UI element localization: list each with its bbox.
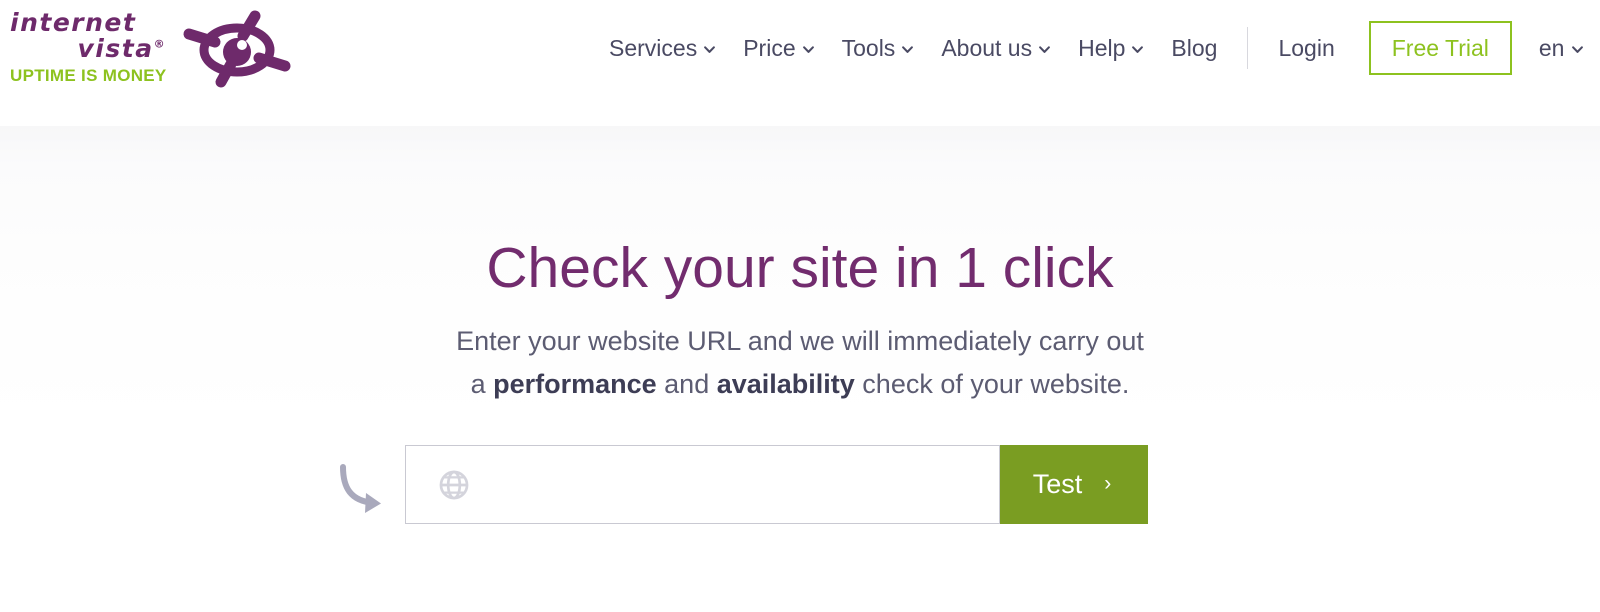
- nav-item-about-us[interactable]: About us: [927, 34, 1064, 61]
- nav-item-help[interactable]: Help: [1064, 34, 1157, 61]
- curved-arrow-icon: [336, 463, 392, 517]
- language-selector[interactable]: en: [1539, 35, 1584, 62]
- nav-item-price[interactable]: Price: [729, 34, 827, 61]
- test-button[interactable]: Test ›: [1000, 445, 1148, 525]
- hero-subtitle-line1: Enter your website URL and we will immed…: [456, 325, 1144, 356]
- logo-registered-mark: ®: [153, 37, 165, 51]
- nav-item-label: Price: [743, 34, 796, 61]
- nav-item-label: Tools: [841, 34, 896, 61]
- hero-subtitle-performance: performance: [493, 369, 657, 400]
- site-header: internet vista® UPTIME IS MONEY Services: [0, 0, 1600, 126]
- url-input[interactable]: [406, 446, 999, 524]
- main-navigation: Services Price Tools About us Help Blog …: [600, 0, 1584, 96]
- url-check-form: Test ›: [0, 445, 1600, 525]
- hero-subtitle-conjunction: and: [656, 369, 717, 400]
- nav-item-services[interactable]: Services: [600, 34, 729, 61]
- eye-icon: [177, 8, 297, 97]
- page-title: Check your site in 1 click: [486, 236, 1114, 300]
- chevron-right-icon: ›: [1104, 472, 1112, 496]
- nav-item-label: Services: [609, 34, 698, 61]
- hero-subtitle-line2-prefix: a: [470, 369, 494, 400]
- logo-vista-word: vista: [77, 34, 154, 64]
- nav-item-tools[interactable]: Tools: [828, 34, 928, 61]
- chevron-down-icon: [1039, 44, 1051, 55]
- test-button-label: Test: [1032, 469, 1083, 500]
- chevron-down-icon: [704, 44, 716, 55]
- search-box: Test ›: [405, 445, 1148, 525]
- nav-item-label: Help: [1078, 34, 1126, 61]
- logo-text-internet: internet: [10, 8, 137, 37]
- nav-item-blog[interactable]: Blog: [1157, 34, 1231, 61]
- logo-wordmark: internet vista® UPTIME IS MONEY: [10, 6, 167, 85]
- nav-item-label: Blog: [1171, 34, 1218, 61]
- nav-item-label: About us: [941, 34, 1033, 61]
- chevron-down-icon: [1132, 44, 1144, 55]
- url-input-wrapper: [405, 445, 1000, 525]
- chevron-down-icon: [802, 44, 814, 55]
- site-logo[interactable]: internet vista® UPTIME IS MONEY: [10, 6, 297, 94]
- chevron-down-icon: [902, 44, 914, 55]
- hero-section: Check your site in 1 click Enter your we…: [0, 126, 1600, 612]
- language-selector-label: en: [1538, 34, 1565, 61]
- free-trial-button[interactable]: Free Trial: [1368, 21, 1512, 75]
- logo-text-vista: vista®: [10, 36, 167, 62]
- hero-subtitle-availability: availability: [716, 369, 855, 400]
- login-link[interactable]: Login: [1264, 35, 1348, 62]
- logo-tagline: UPTIME IS MONEY: [10, 65, 167, 85]
- chevron-down-icon: [1572, 44, 1584, 55]
- nav-divider: [1247, 27, 1249, 69]
- hero-subtitle-suffix: check of your website.: [854, 369, 1130, 400]
- hero-subtitle: Enter your website URL and we will immed…: [0, 320, 1600, 406]
- hero-content: Check your site in 1 click Enter your we…: [0, 126, 1600, 406]
